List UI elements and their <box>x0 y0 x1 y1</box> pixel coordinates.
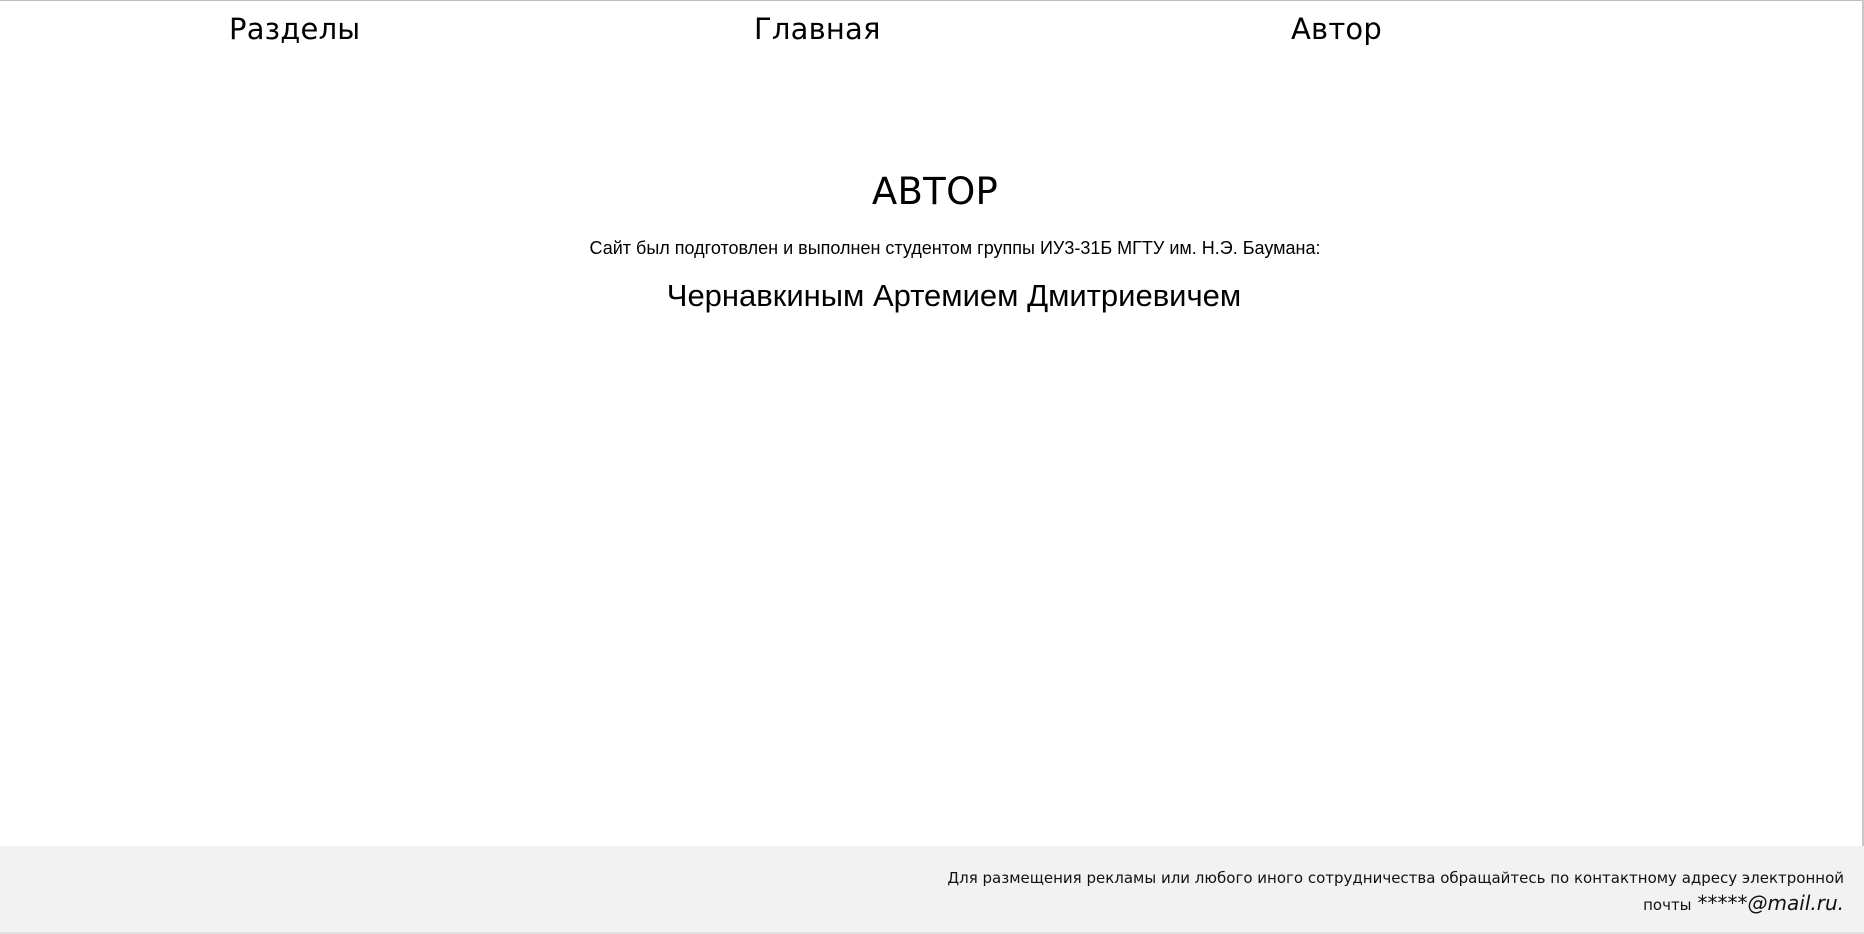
nav-sections-link[interactable]: Разделы <box>229 12 360 46</box>
nav-author-link[interactable]: Автор <box>1291 12 1382 46</box>
footer-email-link[interactable]: *****@mail.ru. <box>1698 891 1844 915</box>
intro-text: Сайт был подготовлен и выполнен студенто… <box>589 238 1321 258</box>
page: Разделы Главная Автор АВТОР Сайт был под… <box>0 0 1864 934</box>
page-title: АВТОР <box>871 170 999 213</box>
top-border <box>0 0 1864 1</box>
footer-contact-text: Для размещения рекламы или любого иного … <box>944 866 1844 918</box>
nav-home-link[interactable]: Главная <box>754 12 881 46</box>
author-name: Чернавкиным Артемием Дмитриевичем <box>666 278 1242 313</box>
footer: Для размещения рекламы или любого иного … <box>0 846 1864 934</box>
